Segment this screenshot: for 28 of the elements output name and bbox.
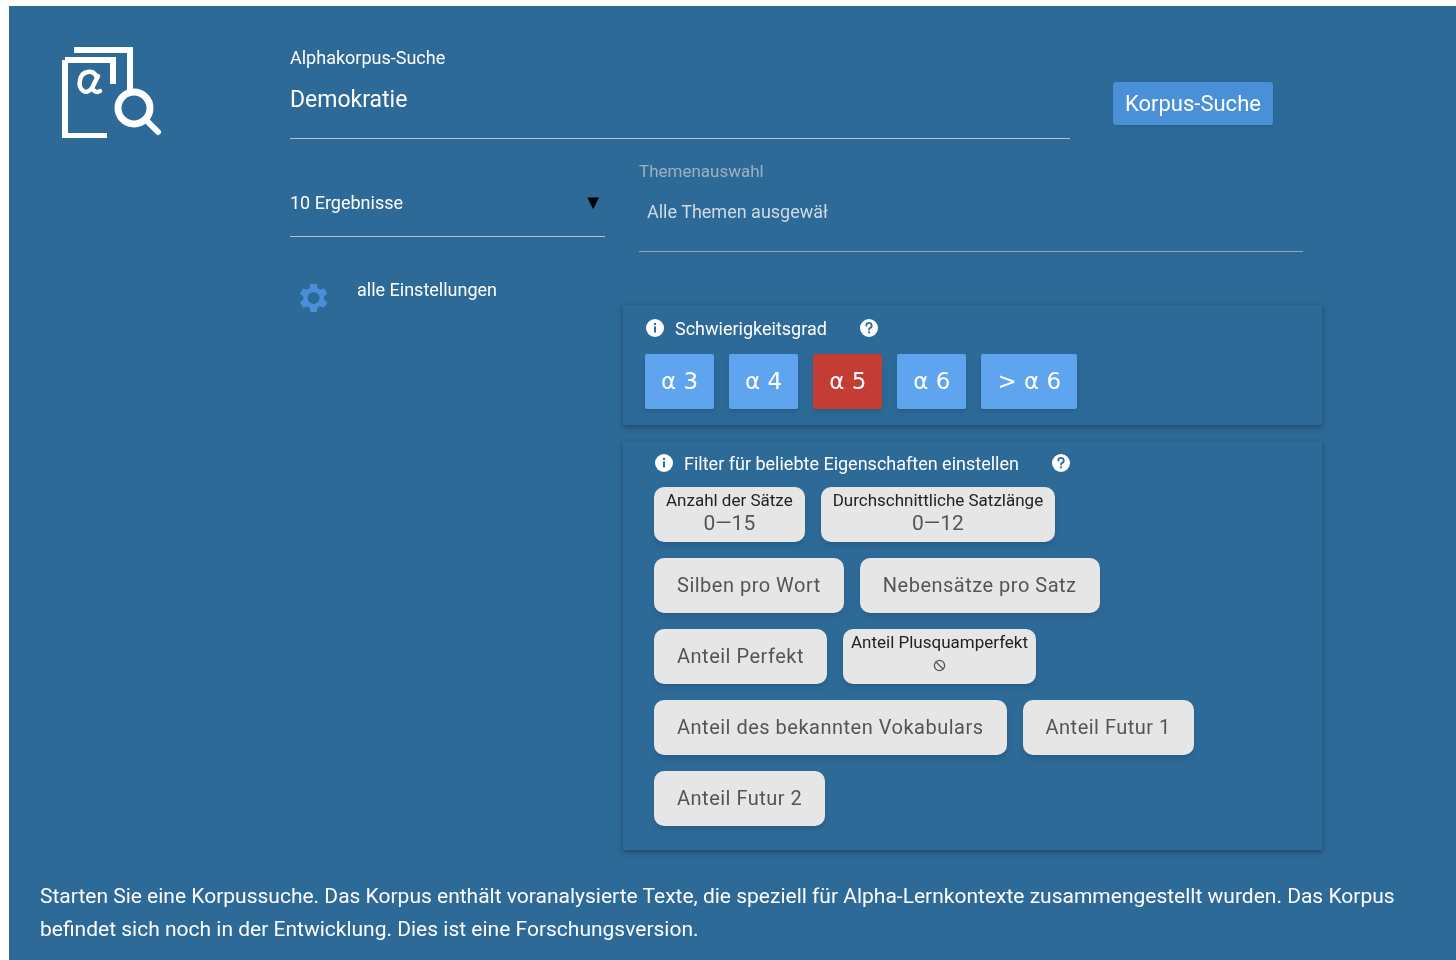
filter-chip[interactable]: Durchschnittliche Satzlänge 0—12	[820, 486, 1056, 542]
results-select[interactable]: 10 Ergebnisse ▼	[290, 184, 605, 237]
filter-chip[interactable]: Anteil Futur 1	[1022, 699, 1194, 755]
info-icon	[645, 318, 665, 338]
field-label: Themenauswahl	[639, 159, 765, 183]
level-button[interactable]: α 5	[813, 353, 883, 409]
korpus-search-button[interactable]: Korpus-Suche	[1113, 82, 1273, 125]
filter-chip[interactable]: Anteil des bekannten Vokabulars	[654, 699, 1007, 755]
settings-link[interactable]: alle Einstellungen	[357, 276, 498, 303]
logo-icon	[62, 46, 162, 138]
filter-chip[interactable]: Silben pro Wort	[654, 557, 844, 613]
help-icon[interactable]	[858, 318, 879, 338]
info-icon	[654, 453, 674, 473]
panel-title: Filter für beliebte Eigenschaften einstellen	[684, 451, 1019, 476]
panel-title: Schwierigkeitsgrad	[675, 316, 827, 341]
info-text: Starten Sie eine Korpussuche. Das Korpus enthält voranalysierte Texte, die speziell für Alpha-Lernkontexte zusammengestellt wurden. Das Korpus befindet sich noch in der Entwicklung. Dies ist eine Forschungsversion.	[39, 882, 1396, 943]
search-field[interactable]: Alphakorpus-Suche Demokratie	[290, 44, 1070, 139]
filter-chip[interactable]: Anteil Futur 2	[654, 770, 826, 826]
blocked-icon	[933, 658, 946, 672]
filter-chip[interactable]: Anteil Perfekt	[654, 628, 827, 684]
search-value: Demokratie	[290, 85, 409, 115]
filter-chip[interactable]: Nebensätze pro Satz	[859, 557, 1100, 613]
filter-chip[interactable]: Anzahl der Sätze 0—15	[654, 486, 805, 542]
topic-select[interactable]: Themenauswahl Alle Themen ausgewäł	[639, 158, 1303, 252]
field-label: Alphakorpus-Suche	[290, 46, 447, 70]
help-icon[interactable]	[1050, 453, 1071, 473]
filter-chip[interactable]: Anteil Plusquamperfekt	[842, 628, 1037, 684]
topic-value: Alle Themen ausgewäł	[647, 200, 829, 224]
